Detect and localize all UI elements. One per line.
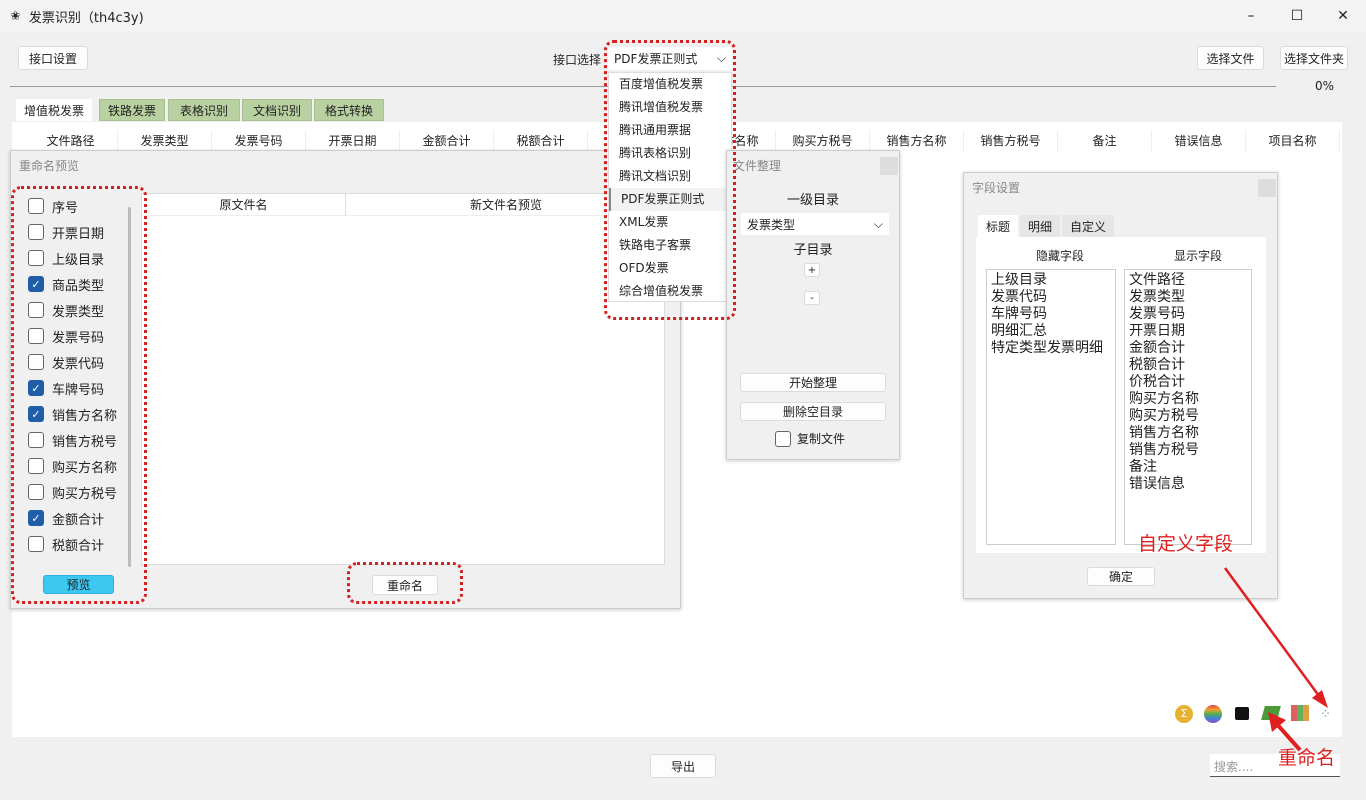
shown-fields-list[interactable]: 文件路径 发票类型 发票号码 开票日期 金额合计 税额合计 价税合计 购买方名称 购买方税号 销售… bbox=[1124, 269, 1252, 545]
shown-field-item[interactable]: 备注 bbox=[1129, 459, 1247, 476]
add-subdir-button[interactable]: + bbox=[804, 263, 820, 277]
shown-field-item[interactable]: 销售方名称 bbox=[1129, 425, 1247, 442]
column-header[interactable]: 开票日期 bbox=[306, 130, 400, 152]
hidden-field-item[interactable]: 特定类型发票明细 bbox=[991, 340, 1111, 357]
choose-file-button[interactable]: 选择文件 bbox=[1197, 46, 1264, 70]
hidden-field-item[interactable]: 上级目录 bbox=[991, 272, 1111, 289]
shown-field-item[interactable]: 发票类型 bbox=[1129, 289, 1247, 306]
shown-field-item[interactable]: 文件路径 bbox=[1129, 272, 1247, 289]
export-button[interactable]: 导出 bbox=[650, 754, 716, 778]
tab-2[interactable]: 表格识别 bbox=[168, 99, 240, 121]
column-header[interactable]: 购买方税号 bbox=[776, 130, 870, 152]
sum-icon[interactable]: Σ bbox=[1175, 705, 1193, 723]
column-header[interactable]: 税额合计 bbox=[494, 130, 588, 152]
column-header[interactable]: 错误信息 bbox=[1152, 130, 1246, 152]
ok-button[interactable]: 确定 bbox=[1087, 567, 1155, 586]
checkbox-box bbox=[775, 430, 791, 447]
field-tab-2[interactable]: 自定义 bbox=[1062, 215, 1115, 238]
hidden-fields-list[interactable]: 上级目录 发票代码 车牌号码 明细汇总 特定类型发票明细 bbox=[986, 269, 1116, 545]
file-organize-panel: 文件整理 一级目录 发票类型 ⌵ 子目录 + - 开始整理 删除空目录 复制文件 bbox=[726, 150, 900, 460]
progress-text: 0% bbox=[1315, 79, 1335, 93]
start-organize-button[interactable]: 开始整理 bbox=[740, 373, 886, 392]
shown-field-item[interactable]: 金额合计 bbox=[1129, 340, 1247, 357]
hidden-field-item[interactable]: 车牌号码 bbox=[991, 306, 1111, 323]
field-panel-title: 字段设置 bbox=[972, 181, 1021, 195]
level1-value: 发票类型 bbox=[747, 217, 796, 232]
annotation-custom-fields: 自定义字段 bbox=[1138, 533, 1234, 555]
annotation-box-fields bbox=[11, 186, 147, 604]
shown-field-item[interactable]: 发票号码 bbox=[1129, 306, 1247, 323]
shown-fields-label: 显示字段 bbox=[1174, 249, 1223, 263]
level1-select[interactable]: 发票类型 ⌵ bbox=[741, 213, 889, 235]
choose-folder-button[interactable]: 选择文件夹 bbox=[1280, 46, 1348, 70]
app-logo-icon: ✬ bbox=[10, 8, 21, 24]
annotation-rename: 重命名 bbox=[1278, 747, 1336, 769]
field-tab-content: 隐藏字段 显示字段 上级目录 发票代码 车牌号码 明细汇总 特定类型发票明细 文件路径发… bbox=[976, 237, 1266, 553]
shown-field-item[interactable]: 购买方税号 bbox=[1129, 408, 1247, 425]
hidden-fields-label: 隐藏字段 bbox=[1036, 249, 1085, 263]
column-header[interactable]: 发票号码 bbox=[212, 130, 306, 152]
delete-empty-dir-button[interactable]: 删除空目录 bbox=[740, 402, 886, 421]
chevron-down-icon: ⌵ bbox=[873, 216, 883, 231]
annotation-box-rename bbox=[347, 562, 463, 604]
hidden-field-item[interactable]: 发票代码 bbox=[991, 289, 1111, 306]
color-theme-icon[interactable] bbox=[1204, 705, 1222, 723]
hidden-field-item[interactable]: 明细汇总 bbox=[991, 323, 1111, 340]
maximize-button[interactable]: ☐ bbox=[1274, 0, 1320, 32]
column-header[interactable]: 文件路径 bbox=[24, 130, 118, 152]
column-header[interactable]: 销售方税号 bbox=[964, 130, 1058, 152]
rename-panel-title: 重命名预览 bbox=[19, 159, 80, 173]
window-title: 发票识别（th4c3y) bbox=[28, 10, 144, 26]
panel-close-button[interactable] bbox=[880, 157, 898, 175]
shown-field-item[interactable]: 销售方税号 bbox=[1129, 442, 1247, 459]
field-tab-0[interactable]: 标题 bbox=[978, 215, 1019, 238]
close-button[interactable]: ✕ bbox=[1320, 0, 1366, 32]
shown-field-item[interactable]: 错误信息 bbox=[1129, 476, 1247, 493]
shown-field-item[interactable]: 税额合计 bbox=[1129, 357, 1247, 374]
copy-files-checkbox[interactable]: 复制文件 bbox=[775, 430, 845, 447]
subdir-label: 子目录 bbox=[793, 243, 833, 258]
copy-files-label: 复制文件 bbox=[797, 432, 846, 446]
archive-icon[interactable] bbox=[1235, 707, 1249, 720]
column-header[interactable]: 销售方名称 bbox=[870, 130, 964, 152]
column-header[interactable]: 备注 bbox=[1058, 130, 1152, 152]
api-select-label: 接口选择 bbox=[553, 53, 602, 67]
remove-subdir-button[interactable]: - bbox=[804, 291, 820, 305]
tab-3[interactable]: 文档识别 bbox=[242, 99, 312, 121]
column-header[interactable]: 金额合计 bbox=[400, 130, 494, 152]
level1-label: 一级目录 bbox=[786, 193, 839, 208]
title-bar: ✬ 发票识别（th4c3y) bbox=[0, 0, 1366, 32]
shown-field-item[interactable]: 购买方名称 bbox=[1129, 391, 1247, 408]
tab-1[interactable]: 铁路发票 bbox=[99, 99, 165, 121]
annotation-box-dropdown bbox=[604, 40, 736, 320]
col-original-name: 原文件名 bbox=[142, 194, 346, 216]
shown-field-item[interactable]: 开票日期 bbox=[1129, 323, 1247, 340]
field-tab-1[interactable]: 明细 bbox=[1020, 215, 1061, 238]
tab-4[interactable]: 格式转换 bbox=[314, 99, 384, 121]
tab-0[interactable]: 增值税发票 bbox=[16, 99, 92, 121]
rename-preview-table: 原文件名 新文件名预览 bbox=[141, 193, 666, 565]
column-header[interactable]: 发票类型 bbox=[118, 130, 212, 152]
column-header[interactable]: 项目名称 bbox=[1246, 130, 1340, 152]
minimize-button[interactable]: – bbox=[1228, 0, 1274, 32]
shown-field-item[interactable]: 价税合计 bbox=[1129, 374, 1247, 391]
panel-close-button[interactable] bbox=[1258, 179, 1276, 197]
organize-panel-title: 文件整理 bbox=[733, 159, 782, 173]
file-organize-icon[interactable] bbox=[1291, 705, 1309, 721]
field-settings-icon[interactable]: ⁘ bbox=[1320, 707, 1331, 722]
api-settings-button[interactable]: 接口设置 bbox=[18, 46, 88, 70]
